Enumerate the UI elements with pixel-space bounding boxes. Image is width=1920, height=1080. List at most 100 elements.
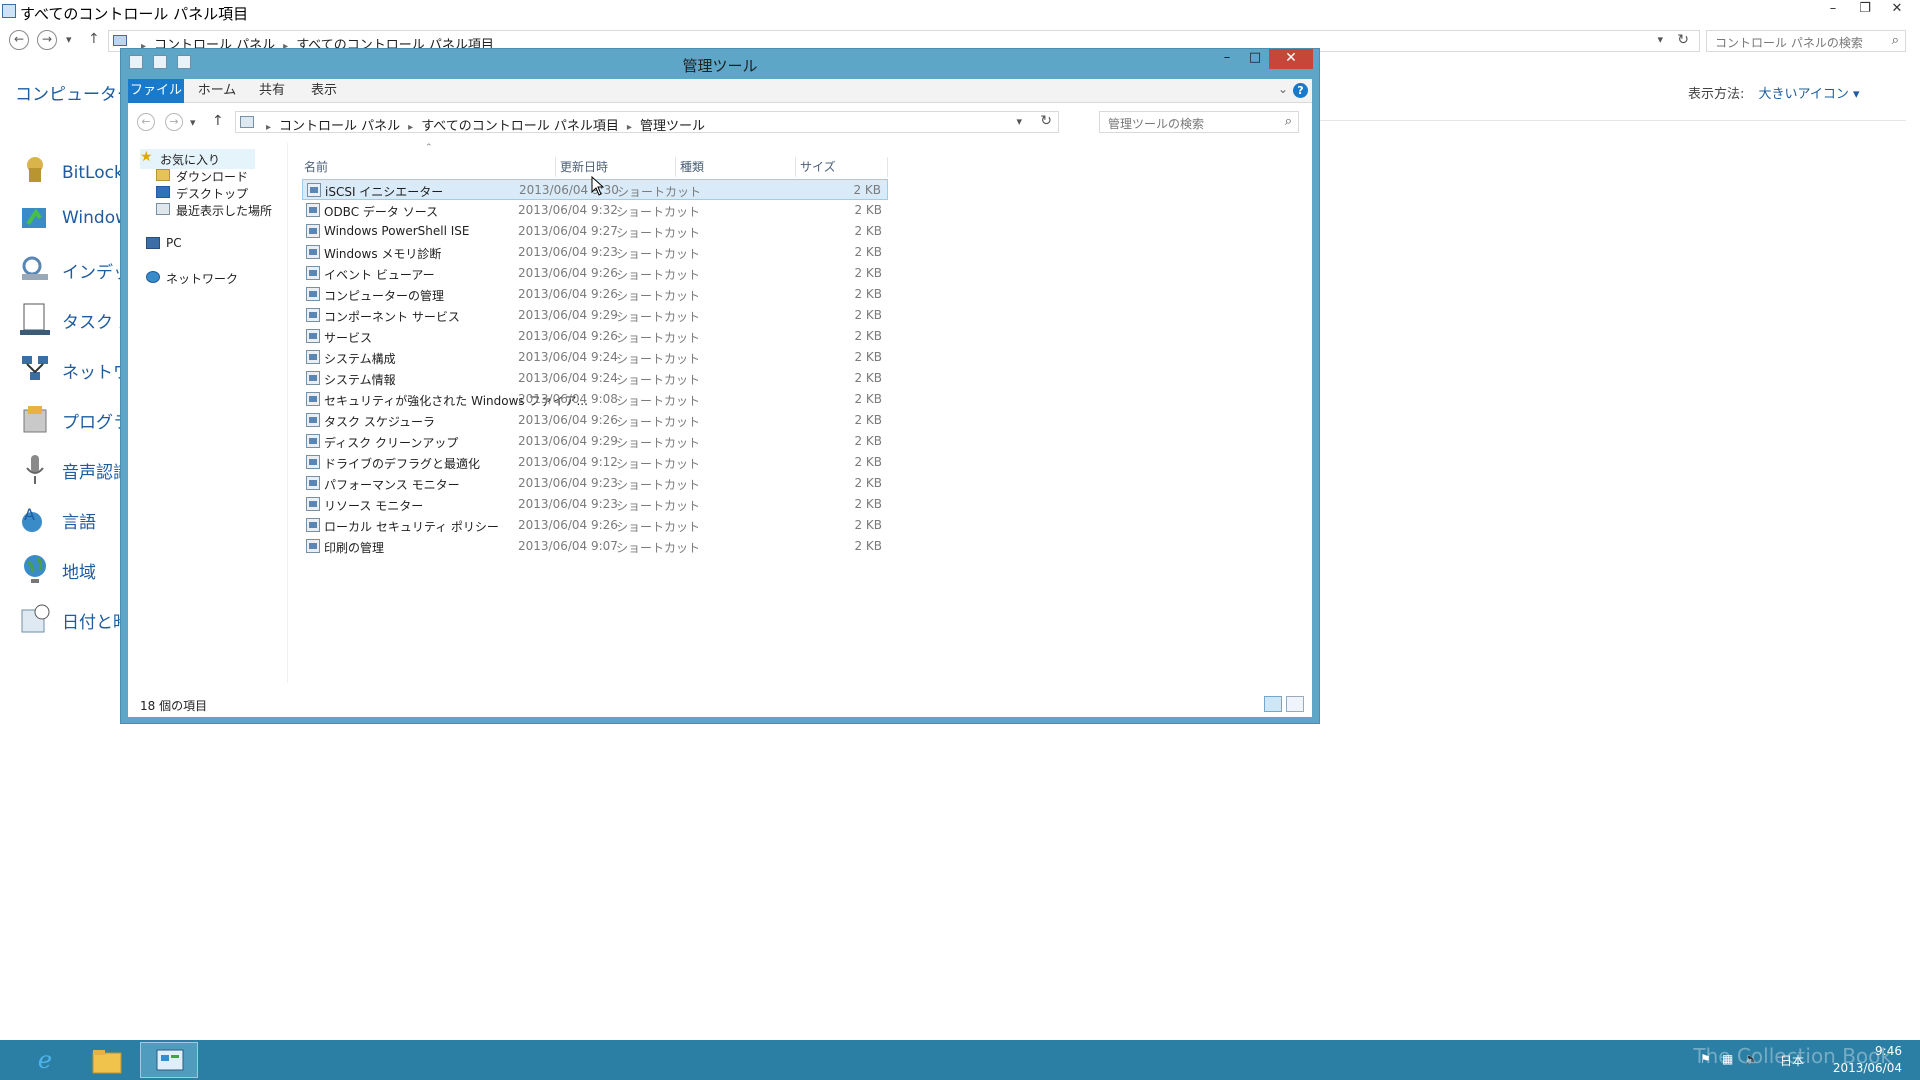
- taskbar-control-panel[interactable]: [140, 1042, 198, 1078]
- nav-network[interactable]: ネットワーク: [146, 268, 256, 288]
- file-row[interactable]: ODBC データ ソース 2013/06/04 9:32 ショートカット 2 KB: [302, 200, 888, 221]
- file-list: ⌃ 名前 更新日時 種類 サイズ iSCSI イニシエーター 2013/06/04…: [300, 143, 1300, 683]
- file-row[interactable]: Windows メモリ診断 2013/06/04 9:23 ショートカット 2 KB: [302, 242, 888, 263]
- file-size: 2 KB: [854, 308, 882, 322]
- shortcut-icon: [306, 434, 320, 448]
- breadcrumb-admin-tools[interactable]: 管理ツール: [640, 119, 705, 134]
- file-row[interactable]: リソース モニター 2013/06/04 9:23 ショートカット 2 KB: [302, 494, 888, 515]
- explorer-recent-chevron-icon[interactable]: ▾: [190, 116, 196, 129]
- refresh-icon[interactable]: ↻: [1677, 32, 1689, 48]
- pc-icon: [146, 237, 160, 249]
- explorer-address-dropdown-icon[interactable]: ▾: [1016, 115, 1022, 128]
- large-icons-view-icon[interactable]: [1286, 696, 1304, 712]
- help-icon[interactable]: ?: [1293, 83, 1308, 98]
- file-type: ショートカット: [616, 289, 701, 303]
- shortcut-icon: [306, 539, 320, 553]
- file-date: 2013/06/04 9:26: [518, 329, 618, 343]
- network-globe-icon: [146, 271, 160, 283]
- explorer-back-button[interactable]: ←: [137, 113, 155, 131]
- view-by-label: 表示方法:: [1688, 87, 1745, 102]
- explorer-refresh-icon[interactable]: ↻: [1040, 113, 1052, 129]
- taskbar-icon: [20, 303, 50, 335]
- file-row[interactable]: パフォーマンス モニター 2013/06/04 9:23 ショートカット 2 KB: [302, 473, 888, 494]
- file-row[interactable]: セキュリティが強化された Windows ファイア... 2013/06/04 9…: [302, 389, 888, 410]
- file-row[interactable]: タスク スケジューラ 2013/06/04 9:26 ショートカット 2 KB: [302, 410, 888, 431]
- window-title: すべてのコントロール パネル項目: [20, 5, 249, 23]
- column-header-size[interactable]: サイズ: [796, 157, 888, 177]
- file-date: 2013/06/04 9:12: [518, 455, 618, 469]
- explorer-close-button[interactable]: ✕: [1269, 49, 1313, 69]
- file-size: 2 KB: [854, 224, 882, 238]
- address-dropdown-icon[interactable]: ▾: [1657, 33, 1663, 46]
- file-row[interactable]: 印刷の管理 2013/06/04 9:07 ショートカット 2 KB: [302, 536, 888, 557]
- file-row[interactable]: コンピューターの管理 2013/06/04 9:26 ショートカット 2 KB: [302, 284, 888, 305]
- restore-button[interactable]: ❐: [1850, 0, 1880, 20]
- explorer-maximize-button[interactable]: □: [1241, 49, 1269, 69]
- ribbon: ファイル ホーム 共有 表示 ⌄ ?: [128, 79, 1312, 103]
- file-row[interactable]: イベント ビューアー 2013/06/04 9:26 ショートカット 2 KB: [302, 263, 888, 284]
- file-date: 2013/06/04 9:23: [518, 245, 618, 259]
- explorer-minimize-button[interactable]: –: [1213, 49, 1241, 69]
- view-by: 表示方法: 大きいアイコン ▾: [1688, 83, 1860, 102]
- file-row[interactable]: コンポーネント サービス 2013/06/04 9:29 ショートカット 2 KB: [302, 305, 888, 326]
- search-input[interactable]: コントロール パネルの検索 ⌕: [1706, 30, 1906, 52]
- file-row[interactable]: ローカル セキュリティ ポリシー 2013/06/04 9:26 ショートカット 2 …: [302, 515, 888, 536]
- breadcrumb-all-items[interactable]: すべてのコントロール パネル項目: [421, 119, 619, 134]
- input-language[interactable]: 日本: [1780, 1052, 1804, 1069]
- breadcrumb-control-panel[interactable]: コントロール パネル: [279, 119, 400, 134]
- clock-date[interactable]: 2013/06/04: [1833, 1061, 1902, 1075]
- explorer-forward-button[interactable]: →: [165, 113, 183, 131]
- taskbar-file-explorer[interactable]: [78, 1042, 136, 1078]
- file-row[interactable]: システム構成 2013/06/04 9:24 ショートカット 2 KB: [302, 347, 888, 368]
- shortcut-icon: [306, 329, 320, 343]
- close-button[interactable]: ✕: [1882, 0, 1912, 20]
- file-name: タスク スケジューラ: [324, 415, 435, 429]
- shortcut-icon: [306, 392, 320, 406]
- nav-recent-places[interactable]: 最近表示した場所: [156, 200, 286, 220]
- explorer-up-button[interactable]: ↑: [212, 113, 224, 129]
- flag-icon[interactable]: ⚑: [1700, 1052, 1711, 1066]
- file-name: コンポーネント サービス: [324, 310, 460, 324]
- explorer-search-icon[interactable]: ⌕: [1285, 114, 1292, 129]
- control-panel-small-icon: [113, 35, 127, 46]
- forward-button[interactable]: →: [37, 30, 57, 50]
- file-name: ODBC データ ソース: [324, 205, 439, 219]
- file-name: パフォーマンス モニター: [324, 478, 460, 492]
- column-header-type[interactable]: 種類: [676, 157, 796, 177]
- minimize-button[interactable]: –: [1818, 0, 1848, 20]
- up-button[interactable]: ↑: [88, 31, 100, 47]
- file-row[interactable]: サービス 2013/06/04 9:26 ショートカット 2 KB: [302, 326, 888, 347]
- recent-locations-chevron-icon[interactable]: ▾: [66, 33, 72, 46]
- column-header-name[interactable]: 名前: [300, 157, 556, 177]
- file-type: ショートカット: [616, 331, 701, 345]
- tab-share[interactable]: 共有: [252, 79, 292, 103]
- file-row[interactable]: Windows PowerShell ISE 2013/06/04 9:27 ショー…: [302, 221, 888, 242]
- details-view-icon[interactable]: [1264, 696, 1282, 712]
- file-name: システム情報: [324, 373, 396, 387]
- taskbar-internet-explorer[interactable]: e: [16, 1042, 74, 1078]
- explorer-search-input[interactable]: 管理ツールの検索 ⌕: [1099, 111, 1299, 133]
- tab-home[interactable]: ホーム: [192, 79, 242, 103]
- file-row[interactable]: ドライブのデフラグと最適化 2013/06/04 9:12 ショートカット 2 KB: [302, 452, 888, 473]
- search-icon[interactable]: ⌕: [1892, 33, 1899, 48]
- taskbar: e The Collection Book ⚑ ▦ 🔈 日本 9:46 2013…: [0, 1040, 1920, 1080]
- file-type: ショートカット: [616, 226, 701, 240]
- volume-icon[interactable]: 🔈: [1744, 1052, 1759, 1066]
- file-size: 2 KB: [854, 455, 882, 469]
- network-tray-icon[interactable]: ▦: [1722, 1052, 1733, 1066]
- back-button[interactable]: ←: [9, 30, 29, 50]
- file-date: 2013/06/04 9:27: [518, 224, 618, 238]
- view-by-dropdown[interactable]: 大きいアイコン ▾: [1759, 87, 1860, 102]
- tab-file[interactable]: ファイル: [128, 79, 184, 103]
- expand-ribbon-chevron-icon[interactable]: ⌄: [1278, 82, 1288, 96]
- nav-pc[interactable]: PC: [146, 234, 246, 254]
- explorer-address-bar[interactable]: ▸ コントロール パネル ▸ すべてのコントロール パネル項目 ▸ 管理ツール ▾ ↻: [235, 111, 1059, 134]
- tab-view[interactable]: 表示: [304, 79, 344, 103]
- clock-time[interactable]: 9:46: [1875, 1044, 1902, 1058]
- file-row[interactable]: ディスク クリーンアップ 2013/06/04 9:29 ショートカット 2 KB: [302, 431, 888, 452]
- file-type: ショートカット: [617, 185, 702, 199]
- file-name: Windows メモリ診断: [324, 247, 442, 261]
- column-header-date[interactable]: 更新日時: [556, 157, 676, 177]
- file-row[interactable]: システム情報 2013/06/04 9:24 ショートカット 2 KB: [302, 368, 888, 389]
- file-type: ショートカット: [616, 310, 701, 324]
